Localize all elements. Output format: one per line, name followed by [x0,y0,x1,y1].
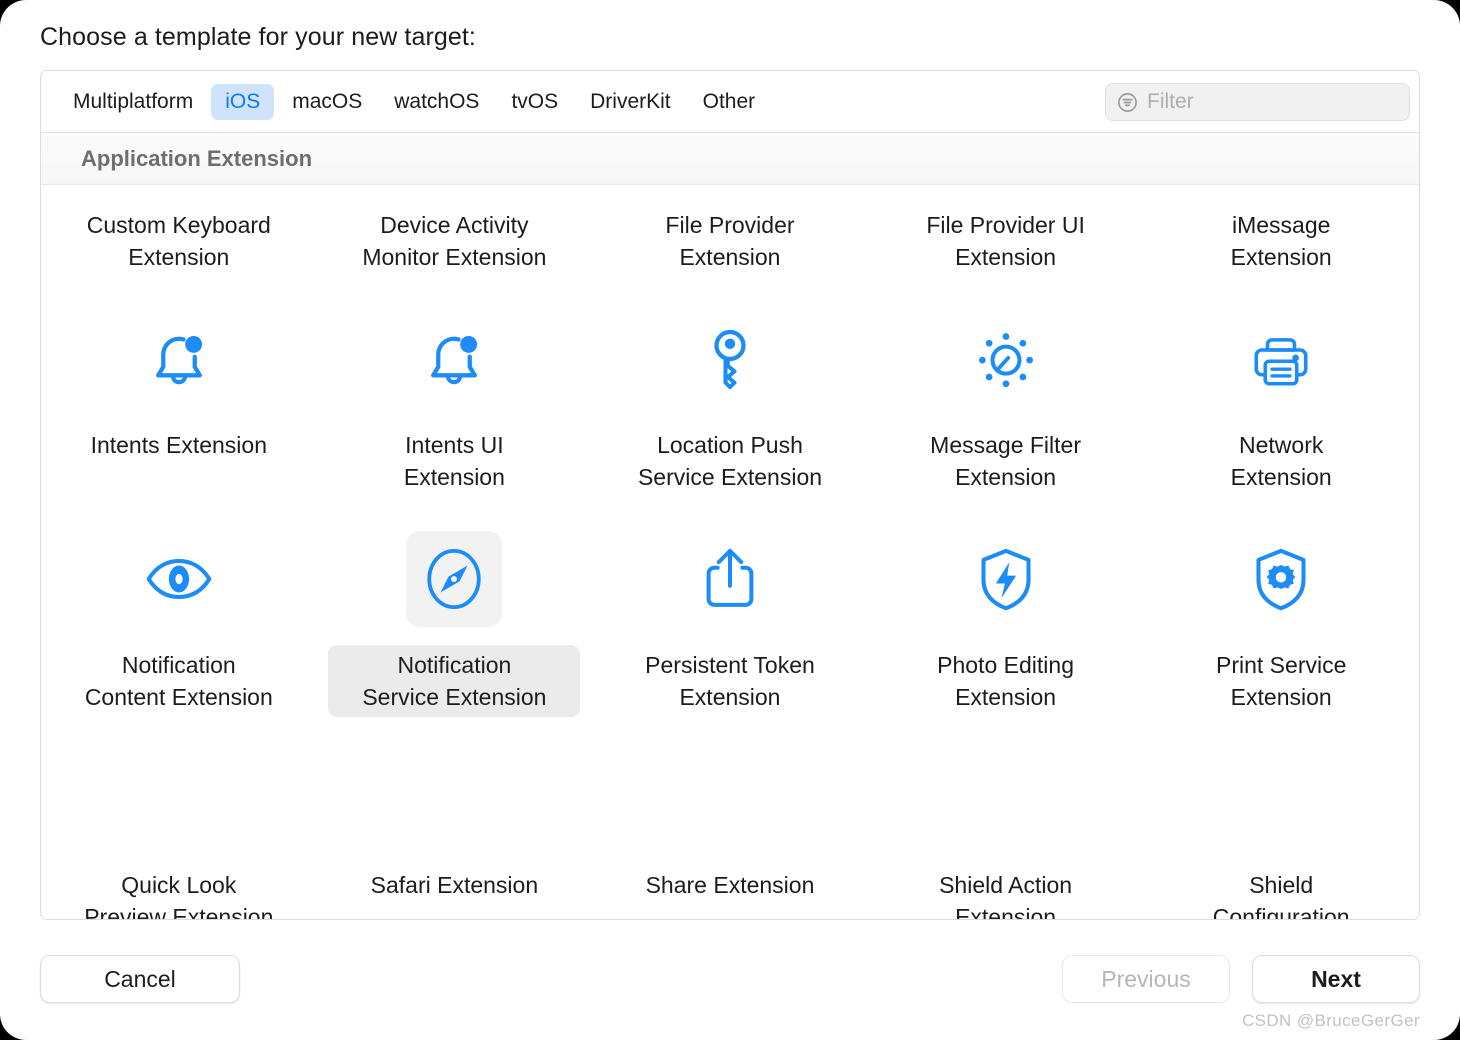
platform-tab-bar: Multiplatform iOS macOS watchOS tvOS DriverKi… [41,71,1419,133]
filter-icon [1116,91,1139,114]
template-cell-label: File Provider Extension [665,212,795,270]
template-cell[interactable]: Intents Extension [41,301,317,521]
template-cell-label: Location Push Service Extension [637,432,823,490]
template-cell[interactable]: Notification Service Extension [317,521,593,741]
previous-button[interactable]: Previous [1062,955,1230,1003]
template-cell[interactable]: Custom Keyboard Extension [41,185,317,301]
platform-tab-watchos[interactable]: watchOS [380,84,493,120]
template-cell[interactable]: Photo Editing Extension [868,521,1144,741]
platform-tab-label: tvOS [511,89,559,113]
platform-tab-label: watchOS [394,89,480,113]
template-cell[interactable]: Location Push Service Extension [592,301,868,521]
siri-infinity-icon [406,185,502,187]
platform-tab-ios[interactable]: iOS [211,83,275,120]
template-cell-label: Message Filter Extension [930,432,1081,490]
bell-badge-icon [406,311,502,407]
blank-icon [682,751,778,847]
filter-placeholder: Filter [1147,90,1194,113]
template-cell-label: Notification Content Extension [84,652,273,710]
template-cell-label: File Provider UI Extension [926,212,1085,270]
template-cell-label: Share Extension [645,872,815,898]
template-cell-label: Device Activity Monitor Extension [362,212,547,270]
platform-tab-label: iOS [225,89,261,113]
platform-tab-other[interactable]: Other [689,84,770,120]
cancel-button[interactable]: Cancel [40,955,240,1003]
template-browser-panel: Multiplatform iOS macOS watchOS tvOS DriverKi… [40,70,1420,920]
page-title: Choose a template for your new target: [40,23,476,51]
template-cell-label: Shield Configuration [1212,872,1350,920]
template-cell-label: Safari Extension [370,872,539,898]
blank-icon [958,751,1054,847]
platform-tab-label: macOS [292,89,363,113]
platform-tabs: Multiplatform iOS macOS watchOS tvOS DriverKi… [59,71,769,132]
blank-icon [131,751,227,847]
location-arrow-icon [682,185,778,187]
next-button[interactable]: Next [1252,955,1420,1003]
platform-tab-label: Multiplatform [73,89,194,113]
printer-icon [1233,311,1329,407]
next-button-label: Next [1311,965,1361,992]
template-cell-label: Custom Keyboard Extension [86,212,271,270]
globe-icon [1233,185,1329,187]
watermark: CSDN @BruceGerGer [1241,1011,1420,1030]
template-cell[interactable]: Print Service Extension [1143,521,1419,741]
template-cell-label: Photo Editing Extension [937,652,1074,710]
template-cell[interactable]: Device Activity Monitor Extension [317,185,593,301]
platform-tab-label: DriverKit [590,89,671,113]
brightness-icon [958,311,1054,407]
platform-tab-tvos[interactable]: tvOS [497,84,572,120]
platform-tab-macos[interactable]: macOS [278,84,376,120]
blank-icon [406,751,502,847]
shield-gear-icon [1233,531,1329,627]
bell-badge-icon [131,311,227,407]
template-cell[interactable]: iMessage Extension [1143,185,1419,301]
template-cell-label: Notification Service Extension [328,645,581,717]
template-cell[interactable]: File Provider UI Extension [868,185,1144,301]
siri-infinity-icon [131,185,227,187]
template-cell[interactable]: Persistent Token Extension [592,521,868,741]
key-icon [682,311,778,407]
shield-bolt-icon [958,531,1054,627]
template-cell-label: Network Extension [1230,432,1332,490]
template-cell-label: Quick Look Preview Extension [84,872,274,920]
template-grid: Custom Keyboard Extension Device Activit… [41,185,1419,920]
template-cell[interactable]: Intents UI Extension [317,301,593,521]
template-cell[interactable]: Share Extension [592,741,868,919]
filter-input[interactable]: Filter [1105,83,1410,121]
template-cell[interactable]: Safari Extension [317,741,593,919]
template-cell[interactable]: Quick Look Preview Extension [41,741,317,920]
eye-icon [131,531,227,627]
previous-button-label: Previous [1101,965,1191,992]
compass-icon [406,531,503,627]
template-chooser-dialog: Choose a template for your new target: M… [0,0,1460,1040]
template-cell[interactable]: Notification Content Extension [41,521,317,741]
template-cell-label: Shield Action Extension [939,872,1073,920]
template-cell[interactable]: Network Extension [1143,301,1419,521]
cancel-button-label: Cancel [104,965,176,992]
template-cell-label: Intents UI Extension [403,432,505,490]
template-grid-scroll-area[interactable]: Custom Keyboard Extension Device Activit… [41,185,1419,920]
template-cell-label: Print Service Extension [1216,652,1347,710]
template-cell[interactable]: File Provider Extension [592,185,868,301]
platform-tab-multiplatform[interactable]: Multiplatform [59,84,207,120]
template-cell[interactable]: Shield Action Extension [868,741,1144,920]
template-cell-label: iMessage Extension [1230,212,1332,270]
blank-icon [1233,751,1329,847]
template-cell-label: Persistent Token Extension [645,652,815,710]
trash-x-icon [958,185,1054,187]
section-header-title: Application Extension [81,145,313,171]
template-cell[interactable]: Shield Configuration [1143,741,1419,920]
platform-tab-label: Other [702,89,756,113]
template-cell[interactable]: Message Filter Extension [868,301,1144,521]
platform-tab-driverkit[interactable]: DriverKit [576,84,685,120]
section-header: Application Extension [41,133,1419,185]
share-icon [682,531,778,627]
template-cell-label: Intents Extension [90,432,268,458]
